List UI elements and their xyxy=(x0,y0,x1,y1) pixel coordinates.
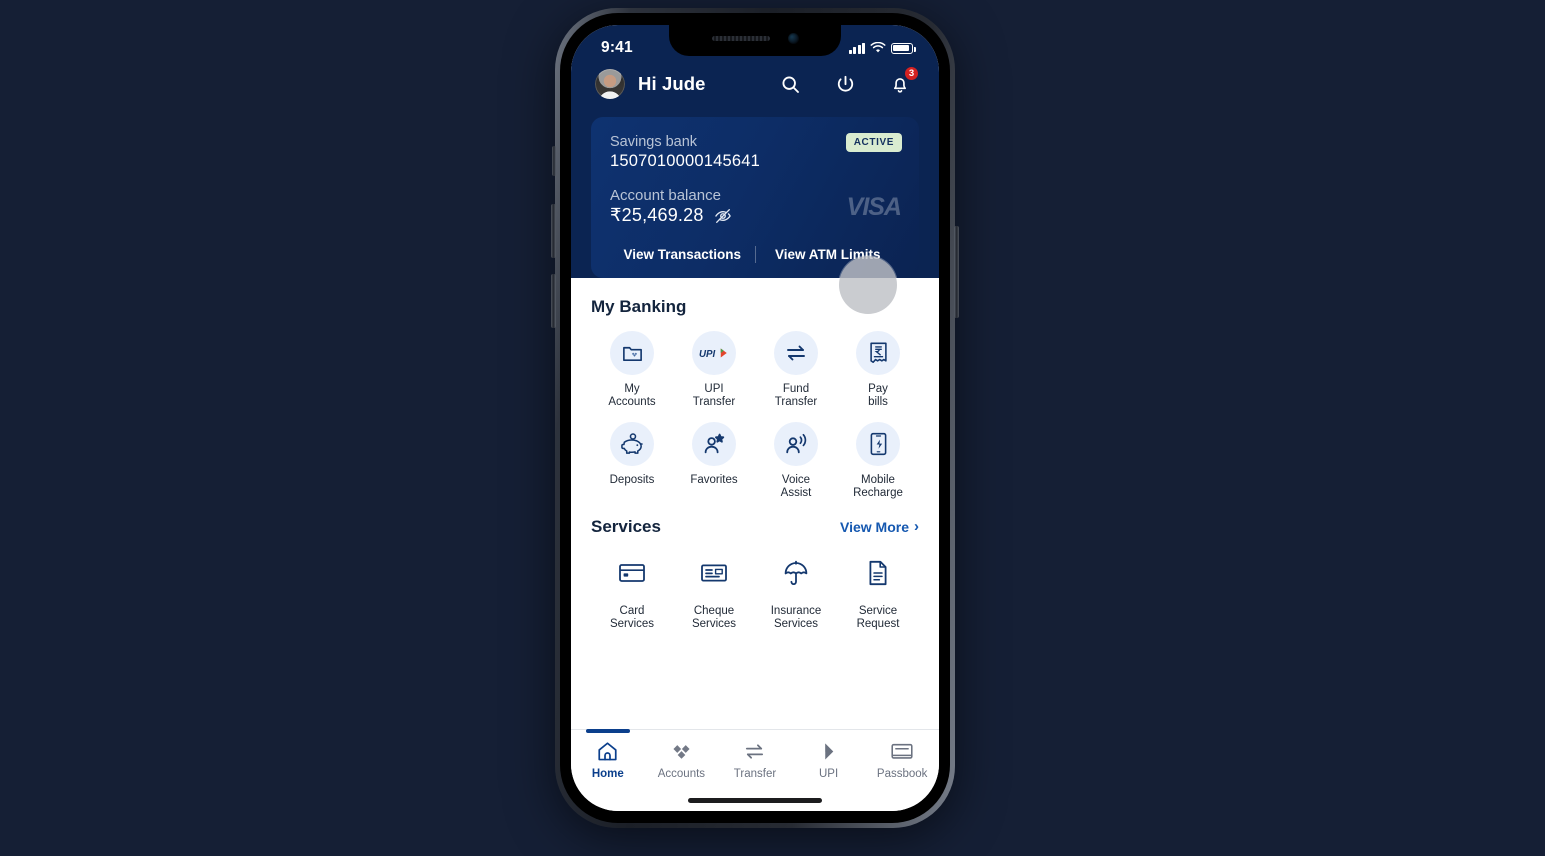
nav-item-upi[interactable]: UPI xyxy=(792,740,866,780)
tile-mobile-recharge[interactable]: Mobile Recharge xyxy=(837,421,919,501)
nav-label: Accounts xyxy=(657,768,706,780)
device-notch xyxy=(669,25,841,56)
my-banking-header: My Banking xyxy=(591,278,919,331)
chevron-right-icon: › xyxy=(914,518,919,536)
status-time: 9:41 xyxy=(601,39,633,56)
main-content: My Banking My Accounts UPI UPI Transfer … xyxy=(571,278,939,733)
nav-label: Home xyxy=(591,768,624,780)
user-avatar[interactable] xyxy=(595,69,625,99)
account-card-region: ACTIVE Savings bank 1507010000145641 Acc… xyxy=(571,117,939,278)
view-more-link[interactable]: View More › xyxy=(840,519,919,535)
battery-icon xyxy=(891,42,916,54)
phone-bezel: 9:41 Hi Jude 3 ACTIVE Savings bank 15070… xyxy=(560,13,950,823)
card-actions: View Transactions View ATM Limits xyxy=(610,246,900,263)
app-header: Hi Jude 3 xyxy=(571,65,939,117)
wifi-icon xyxy=(870,42,886,53)
speaker-grille-icon xyxy=(711,36,770,41)
eye-off-icon[interactable] xyxy=(714,207,732,225)
credit-card-icon xyxy=(610,551,654,595)
nav-item-accounts[interactable]: Accounts xyxy=(645,740,719,780)
tile-label: My Accounts xyxy=(608,383,656,409)
tile-upi-transfer[interactable]: UPI UPI Transfer xyxy=(673,331,755,410)
bill-receipt-icon xyxy=(856,331,900,375)
nav-item-passbook[interactable]: Passbook xyxy=(865,740,939,780)
silent-switch[interactable] xyxy=(552,146,556,176)
person-star-icon xyxy=(692,421,736,466)
active-tab-indicator xyxy=(585,729,630,733)
nav-label: Transfer xyxy=(733,768,777,780)
passbook-icon xyxy=(891,743,913,759)
tile-label: Service Request xyxy=(856,604,900,631)
account-number: 1507010000145641 xyxy=(610,152,761,170)
view-transactions-link[interactable]: View Transactions xyxy=(610,247,755,262)
transfer-arrows-icon xyxy=(746,744,764,759)
tile-favorites[interactable]: Favorites xyxy=(673,421,755,501)
tile-label: Pay bills xyxy=(868,383,888,409)
tile-label: Voice Assist xyxy=(780,473,812,500)
services-title: Services xyxy=(591,516,661,536)
account-card[interactable]: ACTIVE Savings bank 1507010000145641 Acc… xyxy=(591,117,919,278)
piggy-bank-icon xyxy=(610,421,654,466)
my-banking-title: My Banking xyxy=(591,297,687,316)
cellular-signal-icon xyxy=(848,42,865,54)
transfer-arrows-icon xyxy=(774,331,818,375)
cheque-icon xyxy=(692,551,736,595)
tile-label: Favorites xyxy=(690,473,738,486)
status-icons xyxy=(848,42,916,54)
tile-pay-bills[interactable]: Pay bills xyxy=(837,331,919,410)
folder-accounts-icon xyxy=(610,331,654,375)
tile-label: Deposits xyxy=(609,473,655,486)
power-button[interactable] xyxy=(954,226,959,318)
tile-label: Fund Transfer xyxy=(774,383,818,409)
tile-fund-transfer[interactable]: Fund Transfer xyxy=(755,331,837,410)
notification-badge: 3 xyxy=(904,66,919,81)
tile-card-services[interactable]: Card Services xyxy=(591,551,673,632)
tile-label: UPI Transfer xyxy=(692,383,736,409)
nav-item-transfer[interactable]: Transfer xyxy=(718,740,792,780)
services-header: Services View More › xyxy=(591,501,919,551)
view-more-label: View More xyxy=(840,518,909,535)
tile-my-accounts[interactable]: My Accounts xyxy=(591,331,673,410)
volume-down-button[interactable] xyxy=(551,274,556,328)
tile-label: Card Services xyxy=(609,604,655,631)
tile-deposits[interactable]: Deposits xyxy=(591,421,673,501)
phone-bolt-icon xyxy=(856,421,900,466)
phone-device-frame: 9:41 Hi Jude 3 ACTIVE Savings bank 15070… xyxy=(551,8,959,828)
home-indicator xyxy=(688,798,822,803)
upi-icon: UPI xyxy=(692,331,736,375)
tile-voice-assist[interactable]: Voice Assist xyxy=(755,421,837,501)
tile-label: Cheque Services xyxy=(691,604,737,631)
svg-text:UPI: UPI xyxy=(699,349,716,360)
tile-insurance-services[interactable]: Insurance Services xyxy=(755,551,837,632)
my-banking-grid: My Accounts UPI UPI Transfer Fund Transf… xyxy=(591,331,919,501)
greeting-text: Hi Jude xyxy=(638,73,706,94)
volume-up-button[interactable] xyxy=(551,204,556,258)
tile-label: Mobile Recharge xyxy=(853,473,903,500)
document-icon xyxy=(856,551,900,595)
visa-logo: VISA xyxy=(846,193,902,221)
tile-cheque-services[interactable]: Cheque Services xyxy=(673,551,755,632)
upi-arrow-icon xyxy=(825,743,834,760)
status-badge: ACTIVE xyxy=(845,133,902,152)
power-icon[interactable] xyxy=(832,71,858,97)
nav-label: UPI xyxy=(818,768,839,780)
balance-amount: ₹25,469.28 xyxy=(610,205,704,225)
tile-service-request[interactable]: Service Request xyxy=(837,551,919,632)
tile-label: Insurance Services xyxy=(770,604,822,631)
nav-label: Passbook xyxy=(876,768,928,780)
search-icon[interactable] xyxy=(777,71,803,97)
accounts-diamond-icon xyxy=(673,745,690,759)
front-camera-icon xyxy=(787,33,799,44)
notification-bell-icon[interactable]: 3 xyxy=(887,66,919,97)
nav-item-home[interactable]: Home xyxy=(571,729,645,780)
person-voice-icon xyxy=(774,421,818,466)
phone-screen: 9:41 Hi Jude 3 ACTIVE Savings bank 15070… xyxy=(571,25,939,811)
services-grid: Card Services Cheque Services Insurance … xyxy=(591,551,919,632)
view-atm-limits-link[interactable]: View ATM Limits xyxy=(756,247,901,262)
umbrella-icon xyxy=(774,551,818,595)
home-icon xyxy=(598,742,617,761)
